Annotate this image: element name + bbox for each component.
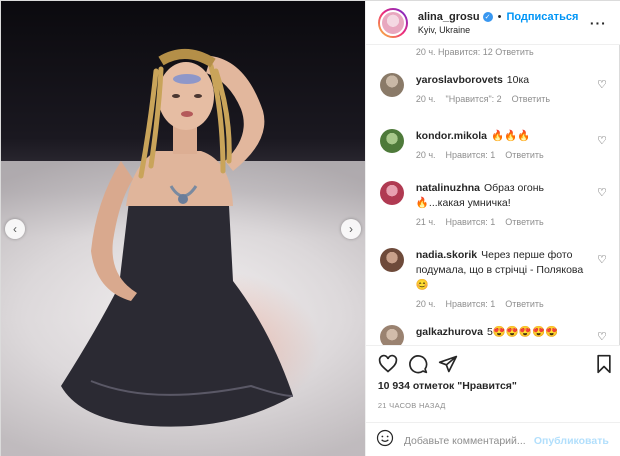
commenter-username[interactable]: galkazhurova	[416, 326, 483, 338]
save-bookmark-icon[interactable]	[595, 354, 613, 374]
verified-badge-icon: ✓	[482, 11, 493, 22]
like-comment-heart-icon[interactable]: ♡	[597, 253, 607, 266]
comment-text: 10ка	[506, 74, 530, 86]
author-avatar[interactable]	[377, 7, 408, 38]
commenter-username[interactable]: nadia.skorik	[416, 249, 477, 261]
reply-button[interactable]: Ответить	[512, 94, 550, 104]
publish-button[interactable]: Опубликовать	[534, 435, 609, 447]
commenter-username[interactable]: kondor.mikola	[416, 130, 487, 142]
partial-comment-meta: 20 ч. Нравится: 12 Ответить	[415, 47, 534, 57]
comment-item: yaroslavborovets 10ка 20 ч. "Нравится": 2…	[379, 73, 615, 104]
likes-count[interactable]: 10 934 отметок "Нравится"	[378, 380, 517, 392]
comment-time[interactable]: 20 ч.	[416, 299, 436, 309]
comment-likes[interactable]: "Нравится": 2	[446, 94, 502, 104]
comment-text: 🔥🔥🔥	[491, 130, 531, 142]
comment-bubble-icon[interactable]	[408, 354, 428, 374]
share-send-icon[interactable]	[438, 354, 458, 374]
comment-likes[interactable]: Нравится: 1	[446, 217, 496, 227]
like-comment-heart-icon[interactable]: ♡	[597, 186, 607, 199]
comment-likes[interactable]: Нравится: 1	[446, 150, 496, 160]
emoji-icon[interactable]	[376, 429, 394, 452]
commenter-username[interactable]: yaroslavborovets	[416, 74, 503, 86]
comment-time[interactable]: 21 ч.	[416, 217, 436, 227]
post-photo[interactable]: ‹ ›	[1, 1, 365, 456]
comment-time[interactable]: 20 ч.	[416, 94, 436, 104]
reply-button[interactable]: Ответить	[505, 299, 543, 309]
commenter-avatar[interactable]	[379, 73, 404, 97]
next-photo-button[interactable]: ›	[341, 219, 361, 239]
comment-item: natalinuzhna Образ огонь 🔥...какая умничк…	[379, 181, 615, 227]
commenter-username[interactable]: natalinuzhna	[416, 182, 480, 194]
commenter-avatar[interactable]	[379, 248, 404, 272]
comments-list[interactable]: 20 ч. Нравится: 12 Ответить yaroslavboro…	[366, 45, 620, 345]
add-comment-bar: Опубликовать	[365, 422, 620, 456]
header-separator: •	[497, 10, 502, 23]
comment-input[interactable]	[403, 434, 532, 447]
comment-likes[interactable]: Нравится: 1	[446, 299, 496, 309]
like-comment-heart-icon[interactable]: ♡	[597, 78, 607, 91]
photo-woman-figure	[61, 49, 294, 427]
author-username[interactable]: alina_grosu	[418, 11, 480, 23]
commenter-avatar[interactable]	[379, 181, 404, 205]
like-heart-icon[interactable]	[378, 354, 398, 374]
comment-item: galkazhurova 5😍😍😍😍😍 ♡	[379, 325, 615, 345]
like-comment-heart-icon[interactable]: ♡	[597, 330, 607, 343]
post-time[interactable]: 21 ЧАСОВ НАЗАД	[378, 401, 446, 410]
reply-button[interactable]: Ответить	[505, 150, 543, 160]
instagram-post: ‹ › alina_grosu ✓ • Подписаться Kyiv, Uk…	[0, 0, 620, 456]
post-location[interactable]: Kyiv, Ukraine	[418, 25, 579, 35]
comment-item: nadia.skorik Через перше фото подумала, щ…	[379, 248, 615, 309]
comment-text: 5😍😍😍😍😍	[486, 326, 559, 338]
comment-item: kondor.mikola 🔥🔥🔥 20 ч. Нравится: 1 Ответ…	[379, 129, 615, 160]
reply-button[interactable]: Ответить	[505, 217, 543, 227]
like-comment-heart-icon[interactable]: ♡	[597, 134, 607, 147]
commenter-avatar[interactable]	[379, 325, 404, 345]
previous-photo-button[interactable]: ‹	[5, 219, 25, 239]
post-header: alina_grosu ✓ • Подписаться Kyiv, Ukrain…	[365, 1, 620, 45]
post-side-panel: alina_grosu ✓ • Подписаться Kyiv, Ukrain…	[364, 1, 620, 456]
comment-time[interactable]: 20 ч.	[416, 150, 436, 160]
post-actions: 10 934 отметок "Нравится" 21 ЧАСОВ НАЗАД…	[365, 345, 620, 456]
commenter-avatar[interactable]	[379, 129, 404, 153]
follow-button[interactable]: Подписаться	[506, 11, 578, 23]
more-options-icon[interactable]: ···	[590, 15, 607, 31]
